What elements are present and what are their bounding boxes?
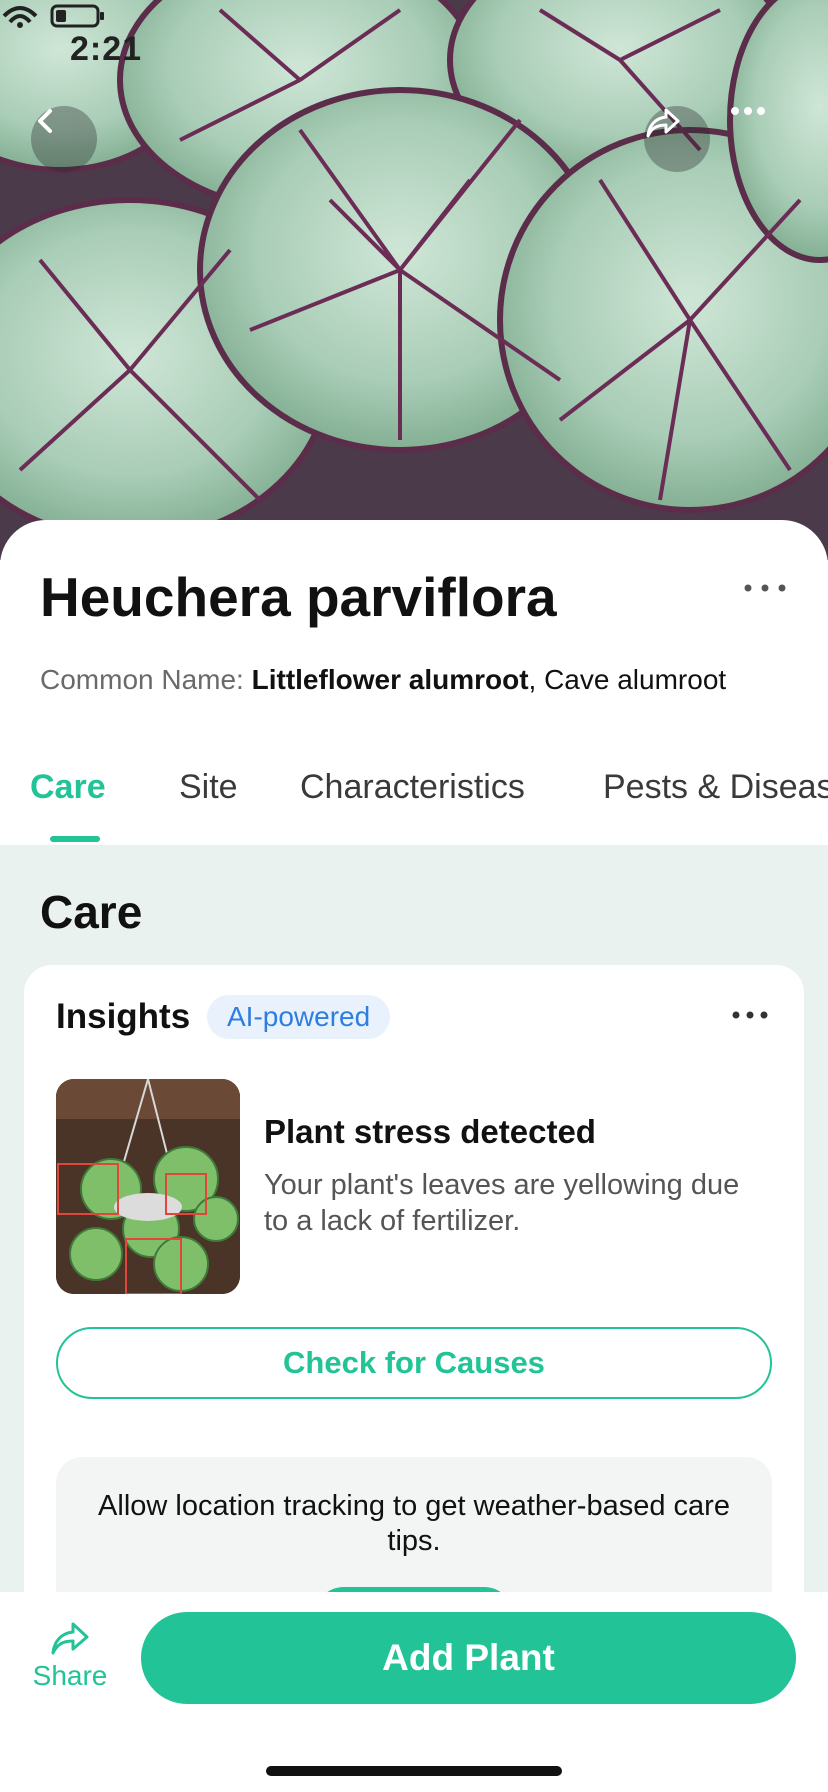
share-button[interactable] xyxy=(644,106,710,172)
common-name-label: Common Name: xyxy=(40,664,252,695)
hanging-plant-image xyxy=(56,1079,240,1294)
status-icons xyxy=(2,4,104,28)
common-name-rest: , Cave alumroot xyxy=(528,664,727,695)
plant-photo xyxy=(0,0,828,560)
card-more-icon[interactable] xyxy=(730,1005,770,1025)
share-icon xyxy=(646,108,680,138)
hero-image: 2:21 xyxy=(0,0,828,560)
bottom-action-bar: Share Add Plant xyxy=(0,1592,828,1792)
tab-pests-diseases[interactable]: Pests & Diseases xyxy=(603,768,828,807)
status-time: 2:21 xyxy=(70,30,143,68)
check-causes-button[interactable]: Check for Causes xyxy=(56,1327,772,1399)
more-options-button[interactable] xyxy=(730,106,796,172)
stress-description: Your plant's leaves are yellowing due to… xyxy=(264,1169,740,1237)
location-text: Allow location tracking to get weather-b… xyxy=(98,1490,730,1557)
common-name: Common Name: Littleflower alumroot, Cave… xyxy=(40,662,760,698)
home-indicator xyxy=(266,1766,562,1776)
tab-care[interactable]: Care xyxy=(30,768,106,807)
insights-title: Insights xyxy=(56,997,191,1036)
chevron-left-icon xyxy=(38,109,52,133)
section-title: Care xyxy=(40,886,143,938)
tab-bar: Care Site Characteristics Pests & Diseas… xyxy=(0,768,828,830)
plant-stress-thumbnail xyxy=(56,1079,240,1294)
back-button[interactable] xyxy=(31,106,97,172)
more-horizontal-icon xyxy=(731,107,765,115)
share-icon xyxy=(51,1622,89,1655)
care-content: Care Insights AI-powered Plant stress de… xyxy=(0,845,828,1765)
ai-powered-badge: AI-powered xyxy=(207,995,391,1039)
share-bottom-button[interactable]: Share xyxy=(30,1620,110,1700)
tab-site[interactable]: Site xyxy=(179,768,238,807)
share-label: Share xyxy=(32,1660,108,1691)
tab-active-indicator xyxy=(50,836,100,842)
common-name-primary: Littleflower alumroot xyxy=(251,664,529,695)
add-plant-button[interactable]: Add Plant xyxy=(141,1612,796,1704)
tab-characteristics[interactable]: Characteristics xyxy=(300,768,525,807)
stress-title: Plant stress detected xyxy=(264,1113,596,1150)
title-more-icon[interactable] xyxy=(740,578,790,598)
plant-title: Heuchera parviflora xyxy=(40,566,557,628)
